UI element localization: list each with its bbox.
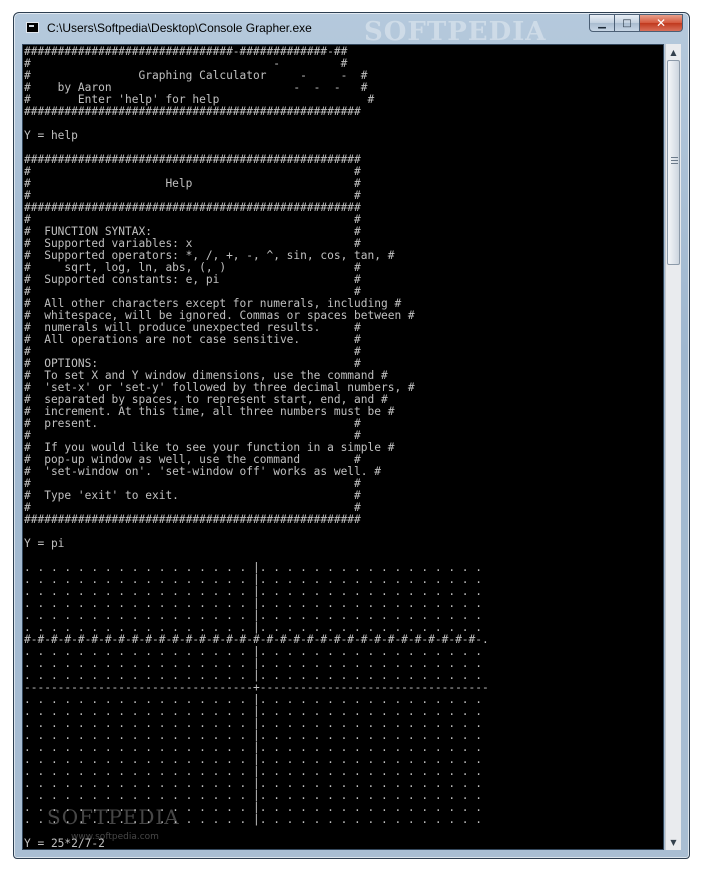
console-output-area[interactable]: ###############################-########… bbox=[22, 44, 664, 850]
title-bar[interactable]: C:\Users\Softpedia\Desktop\Console Graph… bbox=[14, 13, 689, 47]
close-button[interactable]: ✕ bbox=[640, 14, 683, 32]
vertical-scrollbar[interactable]: ▲ ▼ bbox=[665, 44, 681, 850]
scrollbar-thumb[interactable] bbox=[667, 60, 680, 265]
console-line: Y = pi bbox=[24, 537, 65, 550]
arrow-down-icon: ▼ bbox=[670, 837, 677, 847]
scroll-down-button[interactable]: ▼ bbox=[666, 834, 681, 850]
softpedia-watermark: SOFTPEDIA bbox=[47, 805, 180, 829]
console-window: C:\Users\Softpedia\Desktop\Console Graph… bbox=[13, 12, 690, 859]
console-line: Y = help bbox=[24, 129, 78, 142]
console-app-icon[interactable] bbox=[26, 22, 39, 33]
minimize-icon: ▁ bbox=[598, 17, 606, 29]
console-line: ########################################… bbox=[24, 513, 361, 526]
minimize-button[interactable]: ▁ bbox=[589, 14, 615, 32]
softpedia-watermark-title: SOFTPEDIA bbox=[364, 17, 547, 47]
window-controls: ▁ □ ✕ bbox=[589, 14, 683, 32]
arrow-up-icon: ▲ bbox=[670, 47, 677, 57]
scroll-up-button[interactable]: ▲ bbox=[666, 44, 681, 60]
grip-icon bbox=[671, 157, 678, 164]
console-line: ########################################… bbox=[24, 105, 361, 118]
window-title: C:\Users\Softpedia\Desktop\Console Graph… bbox=[47, 21, 312, 35]
softpedia-watermark-url: www.softpedia.com bbox=[71, 832, 159, 842]
close-icon: ✕ bbox=[655, 16, 667, 30]
maximize-icon: □ bbox=[622, 17, 632, 29]
maximize-button[interactable]: □ bbox=[615, 14, 640, 32]
console-text: ###############################-########… bbox=[23, 45, 489, 850]
